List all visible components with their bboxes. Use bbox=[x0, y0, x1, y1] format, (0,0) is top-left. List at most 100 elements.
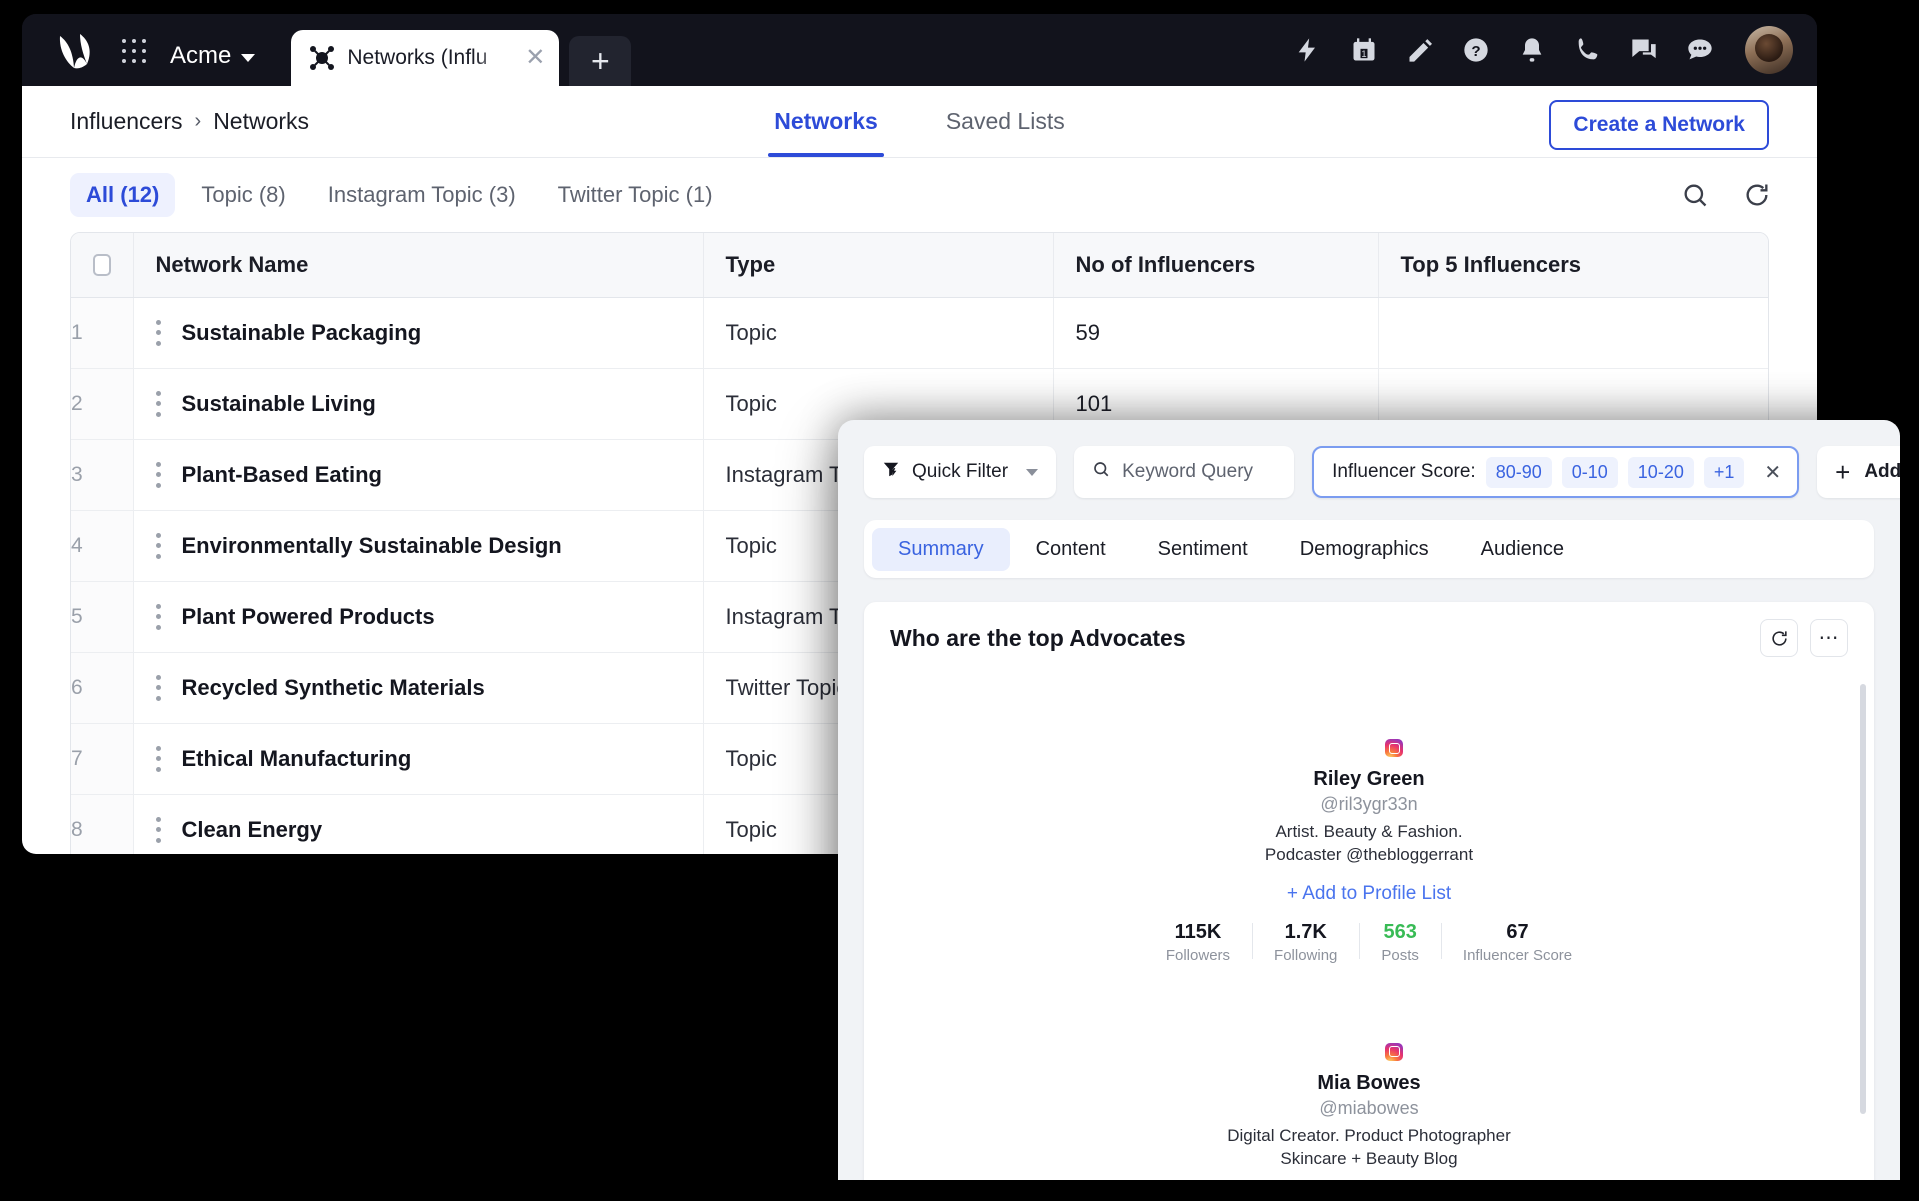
add-filter-label: Add Filter bbox=[1864, 461, 1900, 482]
filter-chip-topic[interactable]: Topic (8) bbox=[185, 173, 301, 217]
add-filter-button[interactable]: + Add Filter bbox=[1817, 446, 1900, 498]
filter-chip-all[interactable]: All (12) bbox=[70, 173, 176, 217]
column-header-no-of-influencers[interactable]: No of Influencers bbox=[1053, 233, 1379, 298]
search-icon[interactable] bbox=[1681, 181, 1709, 209]
column-header-network-name[interactable]: Network Name bbox=[133, 233, 704, 298]
tab-content[interactable]: Content bbox=[1010, 528, 1132, 571]
create-a-network-button[interactable]: Create a Network bbox=[1549, 100, 1769, 150]
avatar[interactable] bbox=[1401, 307, 1453, 359]
avatar[interactable] bbox=[1587, 307, 1639, 359]
tab-audience[interactable]: Audience bbox=[1455, 528, 1590, 571]
breadcrumb-separator-icon: › bbox=[194, 110, 202, 132]
row-menu-icon[interactable] bbox=[156, 319, 162, 346]
user-avatar[interactable] bbox=[1745, 26, 1793, 74]
sub-navigation: Influencers › Networks Networks Saved Li… bbox=[22, 86, 1817, 158]
add-to-profile-list-link[interactable]: + Add to Profile List bbox=[864, 883, 1874, 905]
network-name-label[interactable]: Sustainable Living bbox=[182, 391, 376, 417]
plus-icon: + bbox=[1835, 457, 1851, 487]
cell-network-name: Sustainable Packaging bbox=[133, 297, 704, 369]
network-name-label[interactable]: Environmentally Sustainable Design bbox=[182, 533, 562, 559]
filter-chip-topic-label: Topic bbox=[201, 182, 253, 207]
app-switcher-icon[interactable] bbox=[122, 39, 148, 65]
advocate-name[interactable]: Mia Bowes bbox=[864, 1072, 1874, 1095]
row-index: 6 bbox=[71, 652, 134, 724]
refresh-icon[interactable] bbox=[1760, 619, 1798, 657]
cell-network-name: Environmentally Sustainable Design bbox=[133, 510, 704, 582]
tab-demographics[interactable]: Demographics bbox=[1274, 528, 1455, 571]
filter-funnel-icon bbox=[882, 460, 900, 484]
influencer-score-filter[interactable]: Influencer Score: 80-90 0-10 10-20 +1 ✕ bbox=[1312, 446, 1800, 498]
score-chip-overflow[interactable]: +1 bbox=[1703, 456, 1745, 488]
advocate-profile: Mia Bowes @miabowes Digital Creator. Pro… bbox=[864, 964, 1874, 1180]
filter-chip-group: All (12) Topic (8) Instagram Topic (3) T… bbox=[70, 173, 729, 217]
score-chip[interactable]: 0-10 bbox=[1561, 456, 1618, 488]
advocate-name[interactable]: Riley Green bbox=[864, 768, 1874, 791]
network-name-label[interactable]: Clean Energy bbox=[182, 817, 323, 843]
network-name-label[interactable]: Ethical Manufacturing bbox=[182, 746, 412, 772]
score-chip[interactable]: 10-20 bbox=[1627, 456, 1694, 488]
filter-chip-instagram-topic-count: (3) bbox=[488, 182, 516, 207]
row-index: 4 bbox=[71, 510, 134, 582]
tab-summary[interactable]: Summary bbox=[872, 527, 1010, 571]
refresh-icon[interactable] bbox=[1743, 181, 1771, 209]
filter-chip-instagram-topic[interactable]: Instagram Topic (3) bbox=[312, 173, 532, 217]
instagram-icon bbox=[1383, 1040, 1405, 1063]
help-icon[interactable]: ? bbox=[1461, 35, 1491, 65]
more-options-icon[interactable]: ⋯ bbox=[1810, 619, 1848, 657]
panel-tabs: Summary Content Sentiment Demographics A… bbox=[864, 520, 1874, 578]
network-name-label[interactable]: Plant Powered Products bbox=[182, 604, 435, 630]
card-body: Riley Green @ril3ygr33n Artist. Beauty &… bbox=[864, 674, 1874, 1180]
influencer-score-label: Influencer Score: bbox=[1332, 461, 1476, 482]
avatar[interactable] bbox=[1525, 307, 1577, 359]
row-menu-icon[interactable] bbox=[156, 603, 162, 630]
breadcrumb-root[interactable]: Influencers bbox=[70, 108, 183, 135]
advocate-avatar-wrap bbox=[1337, 694, 1405, 759]
select-all-checkbox[interactable] bbox=[93, 253, 111, 276]
tab-saved-lists[interactable]: Saved Lists bbox=[940, 86, 1071, 157]
score-chip[interactable]: 80-90 bbox=[1485, 456, 1552, 488]
quick-filter-dropdown[interactable]: Quick Filter bbox=[864, 446, 1057, 498]
svg-text:1: 1 bbox=[1361, 49, 1366, 59]
bell-icon[interactable] bbox=[1517, 35, 1547, 65]
select-all-header bbox=[71, 233, 134, 298]
avatar[interactable] bbox=[1649, 307, 1701, 359]
column-header-type[interactable]: Type bbox=[703, 233, 1054, 298]
network-name-label[interactable]: Sustainable Packaging bbox=[182, 320, 422, 346]
table-row[interactable]: 1 Sustainable Packaging Topic 59 bbox=[71, 297, 1768, 369]
row-menu-icon[interactable] bbox=[156, 816, 162, 843]
calendar-icon[interactable]: 1 bbox=[1349, 35, 1379, 65]
row-menu-icon[interactable] bbox=[156, 532, 162, 559]
phone-icon[interactable] bbox=[1573, 35, 1603, 65]
column-header-top-5-influencers[interactable]: Top 5 Influencers bbox=[1378, 233, 1768, 298]
close-icon[interactable]: ✕ bbox=[525, 46, 545, 70]
row-menu-icon[interactable] bbox=[156, 461, 162, 488]
filter-bar-actions bbox=[1681, 158, 1771, 232]
network-name-label[interactable]: Recycled Synthetic Materials bbox=[182, 675, 485, 701]
stat-followers: 115K Followers bbox=[1144, 921, 1252, 964]
browser-tab-networks[interactable]: Networks (Influ ✕ bbox=[291, 30, 560, 86]
network-graph-icon bbox=[309, 45, 335, 71]
card-scrollbar[interactable] bbox=[1860, 684, 1866, 1114]
keyword-query-input[interactable]: Keyword Query bbox=[1074, 446, 1295, 498]
lightning-icon[interactable] bbox=[1293, 35, 1323, 65]
clear-filter-icon[interactable]: ✕ bbox=[1758, 460, 1787, 485]
chat-icon[interactable] bbox=[1629, 35, 1659, 65]
tab-networks[interactable]: Networks bbox=[768, 86, 884, 157]
cell-network-name: Sustainable Living bbox=[133, 368, 704, 440]
message-icon[interactable] bbox=[1685, 35, 1715, 65]
screen: Acme Networks (Influ ✕ + 1 ? Influencers… bbox=[0, 0, 1919, 1201]
network-name-label[interactable]: Plant-Based Eating bbox=[182, 462, 382, 488]
new-tab-button[interactable]: + bbox=[569, 36, 632, 86]
row-menu-icon[interactable] bbox=[156, 674, 162, 701]
filter-chip-twitter-topic[interactable]: Twitter Topic (1) bbox=[542, 173, 729, 217]
row-menu-icon[interactable] bbox=[156, 745, 162, 772]
top-advocates-card: Who are the top Advocates ⋯ Riley Green … bbox=[864, 602, 1874, 1180]
pencil-icon[interactable] bbox=[1405, 35, 1435, 65]
org-name-label: Acme bbox=[170, 42, 232, 69]
tab-sentiment[interactable]: Sentiment bbox=[1132, 528, 1274, 571]
org-switcher[interactable]: Acme bbox=[170, 42, 256, 70]
stat-label: Following bbox=[1274, 946, 1338, 964]
avatar[interactable] bbox=[1463, 307, 1515, 359]
row-menu-icon[interactable] bbox=[156, 390, 162, 417]
filter-chip-twitter-topic-count: (1) bbox=[685, 182, 713, 207]
